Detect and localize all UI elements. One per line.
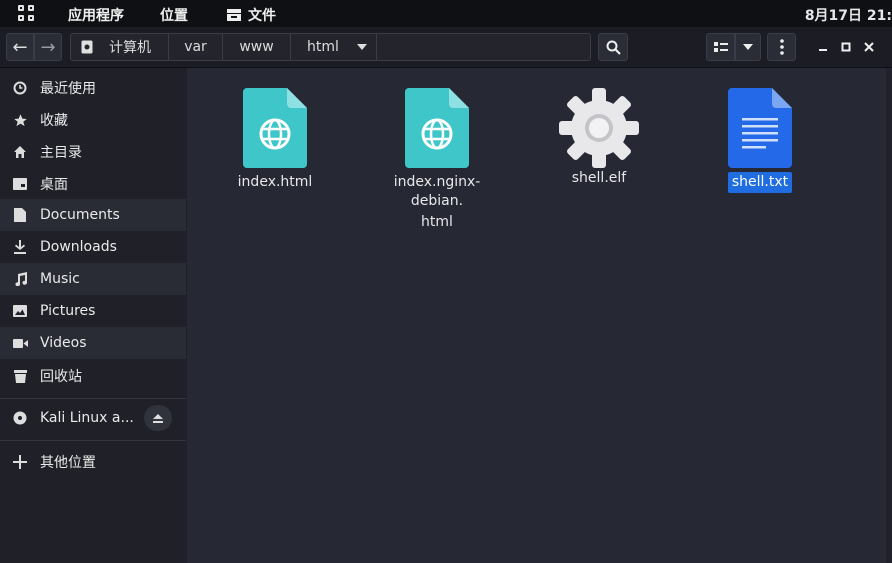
kebab-menu-icon [779,39,784,55]
files-menu[interactable]: 文件 [226,5,276,25]
path-bar: 计算机 var www html [70,33,591,61]
sidebar-item-label: 主目录 [40,145,82,161]
disc-icon [13,411,27,425]
clock-icon [13,81,27,95]
video-icon [12,338,28,348]
sidebar-item-documents[interactable]: Documents [0,199,186,231]
sidebar-item-starred[interactable]: 收藏 [0,104,186,136]
file-view: index.html index.nginx-debian. html shel… [187,68,892,563]
sidebar-item-label: 回收站 [40,369,82,385]
list-view-icon [713,42,728,52]
gear-icon [559,88,639,168]
path-segment-computer[interactable]: 计算机 [71,34,169,60]
search-button[interactable] [598,33,628,61]
sidebar-item-label: 收藏 [40,113,68,129]
sidebar-divider [0,440,186,441]
path-segment-www[interactable]: www [223,34,291,60]
sidebar-item-videos[interactable]: Videos [0,327,186,359]
sidebar-item-label: 其他位置 [40,455,96,471]
plus-icon [13,455,27,469]
sidebar-divider [0,398,186,399]
minimize-icon[interactable] [818,42,828,52]
desktop-icon [13,178,27,190]
view-options-button[interactable] [735,33,761,61]
path-segment-var[interactable]: var [169,34,223,60]
file-item[interactable]: index.nginx-debian. html [367,88,507,233]
applications-menu[interactable]: 应用程序 [68,5,124,25]
download-icon [14,240,26,254]
app-grid-icon[interactable] [18,5,36,23]
sidebar-item-label: Music [40,271,80,287]
sidebar-item-label: 桌面 [40,177,68,193]
sidebar-item-home[interactable]: 主目录 [0,136,186,168]
sidebar-item-recent[interactable]: 最近使用 [0,72,186,104]
header-bar: ← → 计算机 var www html [0,27,892,68]
star-icon [13,113,27,126]
back-button[interactable]: ← [6,33,34,61]
file-name: index.html [237,174,313,190]
file-name: html [421,214,453,230]
sidebar-item-other-locations[interactable]: 其他位置 [0,446,186,478]
sidebar-item-music[interactable]: Music [0,263,186,295]
sidebar-item-label: Videos [40,335,87,351]
web-file-icon [243,88,307,168]
view-list-button[interactable] [706,33,735,61]
eject-icon [153,413,163,423]
sidebar-item-downloads[interactable]: Downloads [0,231,186,263]
file-cabinet-icon [227,9,241,21]
path-segment-label: html [307,39,339,55]
picture-icon [13,305,27,317]
text-file-icon [728,88,792,168]
sidebar-item-label: 最近使用 [40,81,96,97]
sidebar-item-label: Pictures [40,303,96,319]
drive-icon [81,40,93,54]
file-item[interactable]: shell.elf [529,88,669,189]
file-name: shell.elf [571,170,627,186]
places-menu[interactable]: 位置 [160,5,188,25]
background-window-edge [886,68,892,563]
sidebar-item-label: Kali Linux a... [40,410,134,426]
maximize-icon[interactable] [841,42,851,52]
sidebar-item-label: Downloads [40,239,117,255]
music-icon [14,272,27,286]
files-menu-label: 文件 [248,8,276,24]
sidebar-item-label: Documents [40,207,120,223]
web-file-icon [405,88,469,168]
clock[interactable]: 8月17日 21: [805,5,892,25]
file-item[interactable]: index.html [205,88,345,193]
document-icon [14,208,26,222]
path-segment-html[interactable]: html [291,34,377,60]
forward-button[interactable]: → [34,33,62,61]
file-item-selected[interactable]: shell.txt [690,88,830,193]
places-sidebar: 最近使用 收藏 主目录 桌面 Documents Downloads Music… [0,68,187,563]
menu-button[interactable] [767,33,796,61]
trash-icon [13,370,27,383]
sidebar-item-trash[interactable]: 回收站 [0,360,186,392]
search-icon [606,40,621,55]
top-panel: 应用程序 位置 文件 8月17日 21: [0,0,892,27]
eject-button[interactable] [144,405,172,431]
file-name: shell.txt [727,172,793,193]
chevron-down-icon [356,44,367,50]
close-icon[interactable] [864,42,874,52]
file-name: index.nginx-debian. [393,174,481,209]
home-icon [14,146,26,158]
chevron-down-icon [743,44,753,50]
sidebar-item-desktop[interactable]: 桌面 [0,168,186,200]
sidebar-item-pictures[interactable]: Pictures [0,295,186,327]
path-segment-label: 计算机 [109,40,151,56]
sidebar-item-kali-disc[interactable]: Kali Linux a... [0,402,186,434]
